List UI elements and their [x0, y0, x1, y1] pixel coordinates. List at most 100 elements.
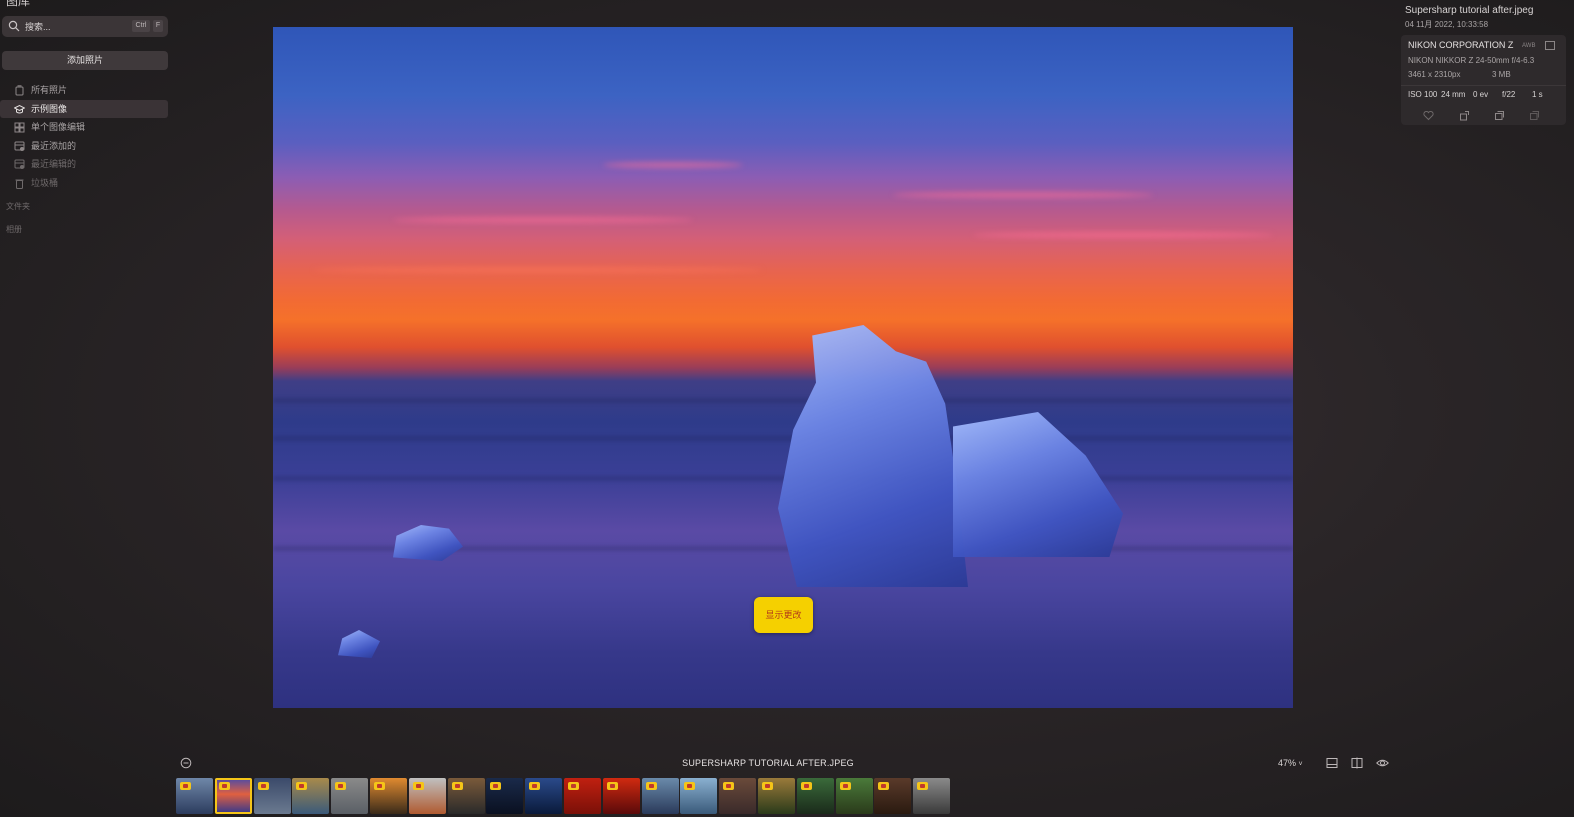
sample-badge-icon	[180, 782, 191, 790]
recent-added-icon	[14, 141, 25, 151]
sample-badge-icon	[335, 782, 347, 790]
file-title: SUPERSHARP TUTORIAL AFTER.JPEG	[682, 758, 854, 768]
info-filename: Supersharp tutorial after.jpeg	[1405, 5, 1534, 16]
sidebar-item-label: 单个图像编辑	[31, 122, 86, 132]
shortcut-f: F	[153, 20, 163, 32]
thumbnail[interactable]	[292, 778, 330, 814]
sidebar-item-recently-edited[interactable]: 最近编辑的	[0, 155, 168, 174]
sidebar-item-label: 最近添加的	[31, 140, 77, 151]
awb-label: AWB	[1522, 43, 1536, 49]
copy-icon[interactable]	[1529, 110, 1540, 121]
thumbnail[interactable]	[757, 778, 795, 814]
camera-maker: NIKON CORPORATION Z	[1408, 40, 1514, 50]
thumbnail[interactable]	[214, 778, 252, 814]
sample-badge-icon	[839, 782, 851, 790]
iceberg-large	[778, 325, 968, 587]
sample-badge-icon	[878, 782, 890, 790]
duplicate-icon[interactable]	[1494, 110, 1505, 121]
zoom-dropdown[interactable]: 47% ˅	[1278, 758, 1303, 768]
recent-edited-icon	[14, 159, 25, 169]
sidebar-item-single-edit[interactable]: 单个图像编辑	[0, 118, 168, 137]
search-icon	[8, 20, 20, 32]
shutter-value: 1 s	[1532, 90, 1543, 99]
trash-icon	[15, 179, 24, 189]
exif-row: ISO 100 24 mm 0 ev f/22 1 s	[1401, 85, 1566, 104]
sidebar-item-recently-added[interactable]: 最近添加的	[0, 137, 168, 156]
sidebar-item-label: 垃圾桶	[31, 177, 59, 188]
sidebar-item-label: 最近编辑的	[31, 159, 77, 169]
thumbnail[interactable]	[331, 778, 369, 814]
search-input[interactable]: 搜索...	[25, 20, 51, 33]
thumbnail[interactable]	[408, 778, 446, 814]
section-folders[interactable]: 文件夹	[6, 201, 30, 212]
sample-badge-icon	[412, 782, 424, 790]
eye-icon[interactable]	[1376, 757, 1389, 769]
show-changes-button[interactable]: 显示更改	[754, 597, 813, 633]
photo-stack-icon	[15, 85, 24, 96]
thumbnail[interactable]	[486, 778, 524, 814]
ice-chunk	[393, 525, 463, 561]
thumbnail[interactable]	[680, 778, 718, 814]
sample-badge-icon	[529, 782, 541, 790]
thumbnail[interactable]	[835, 778, 873, 814]
rotate-icon[interactable]	[1459, 110, 1470, 121]
thumbnail[interactable]	[563, 778, 601, 814]
search-box[interactable]: 搜索... Ctrl F	[2, 16, 168, 37]
sample-badge-icon	[917, 782, 929, 790]
wave-line	[273, 477, 1293, 480]
info-actions	[1401, 108, 1566, 124]
image-info-icon[interactable]	[1326, 757, 1338, 769]
sample-badge-icon	[257, 782, 269, 790]
thumbnail[interactable]	[253, 778, 291, 814]
sample-badge-icon	[296, 782, 308, 790]
thumbnail[interactable]	[874, 778, 912, 814]
thumbnail[interactable]	[719, 778, 757, 814]
sample-badge-icon	[218, 782, 230, 790]
cloud-streak	[603, 162, 743, 168]
sidebar: 图库 搜索... Ctrl F 添加照片 所有照片 示例图像 单个图像编辑 最近…	[0, 0, 172, 817]
sidebar-item-all-photos[interactable]: 所有照片	[0, 81, 168, 100]
thumbnail[interactable]	[525, 778, 563, 814]
sample-badge-icon	[373, 782, 385, 790]
zoom-value: 47%	[1278, 758, 1297, 768]
iceberg-right	[953, 412, 1123, 557]
sidebar-item-label: 所有照片	[31, 85, 68, 95]
add-photos-button[interactable]: 添加照片	[2, 51, 168, 70]
thumbnail[interactable]	[913, 778, 951, 814]
thumbnail[interactable]	[369, 778, 407, 814]
sidebar-item-trash[interactable]: 垃圾桶	[0, 174, 168, 193]
thumbnail[interactable]	[447, 778, 485, 814]
sidebar-nav: 所有照片 示例图像 单个图像编辑 最近添加的 最近编辑的 垃圾桶	[0, 81, 168, 192]
wave-line	[273, 437, 1293, 440]
heart-icon[interactable]	[1423, 110, 1434, 121]
cloud-streak	[393, 217, 693, 223]
thumbnail[interactable]	[796, 778, 834, 814]
aperture-value: f/22	[1502, 90, 1516, 99]
thumbnail[interactable]	[641, 778, 679, 814]
sample-badge-icon	[645, 782, 657, 790]
sample-badge-icon	[490, 782, 502, 790]
sample-badge-icon	[451, 782, 463, 790]
filmstrip	[176, 778, 952, 814]
info-date: 04 11月 2022, 10:33:58	[1405, 20, 1489, 29]
thumbnail[interactable]	[176, 778, 213, 814]
sample-badge-icon	[723, 782, 735, 790]
exposure-comp-value: 0 ev	[1473, 90, 1489, 99]
shortcut-ctrl: Ctrl	[132, 20, 150, 32]
lens-label: NIKON NIKKOR Z 24-50mm f/4-6.3	[1408, 56, 1535, 65]
sidebar-item-sample-images[interactable]: 示例图像	[0, 99, 168, 118]
ice-chunk	[338, 630, 380, 658]
sample-badge-icon	[800, 782, 812, 790]
grid-icon	[14, 122, 25, 133]
cloud-streak	[893, 192, 1153, 198]
chevron-down-icon: ˅	[1298, 761, 1303, 768]
compare-icon[interactable]	[1351, 757, 1363, 769]
frame-icon	[1545, 41, 1555, 50]
section-albums[interactable]: 相册	[6, 224, 22, 235]
focal-length-value: 24 mm	[1441, 90, 1466, 99]
thumbnail[interactable]	[602, 778, 640, 814]
sidebar-item-label: 示例图像	[31, 103, 68, 114]
iso-value: ISO 100	[1408, 90, 1438, 99]
cloud-streak	[973, 232, 1273, 238]
file-size-label: 3 MB	[1492, 70, 1511, 79]
